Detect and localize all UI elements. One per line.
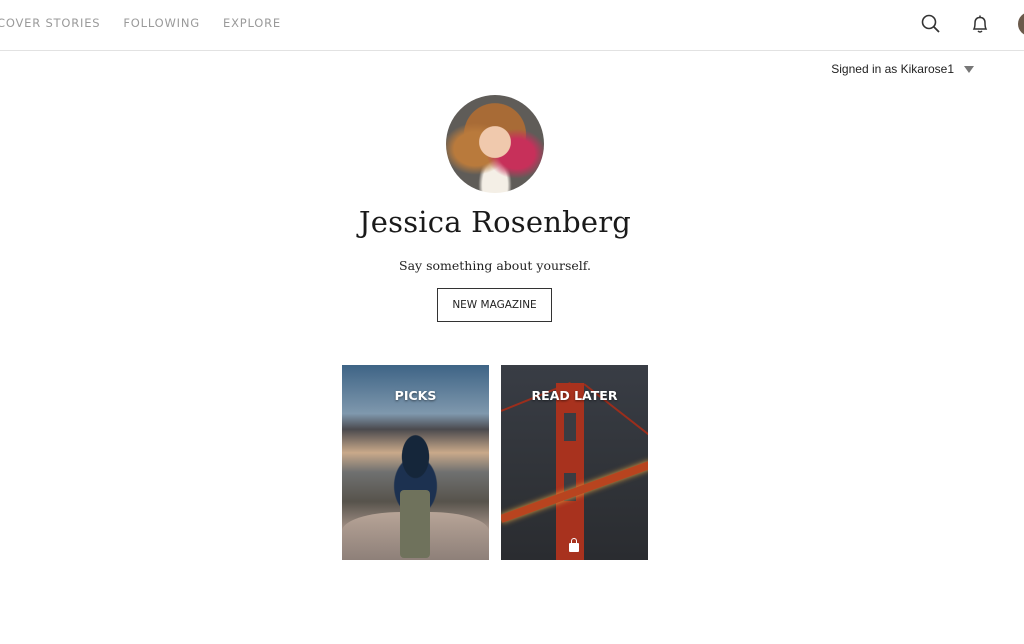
- nav-following[interactable]: FOLLOWING: [123, 16, 200, 30]
- magazine-tile-read-later[interactable]: READ LATER: [501, 365, 648, 560]
- account-menu[interactable]: Signed in as Kikarose1: [831, 62, 974, 76]
- top-navigation-bar: COVER STORIES FOLLOWING EXPLORE: [0, 0, 1024, 51]
- bell-icon[interactable]: [968, 12, 992, 36]
- main-nav: COVER STORIES FOLLOWING EXPLORE: [0, 16, 304, 30]
- search-icon[interactable]: [919, 12, 943, 36]
- bio-field[interactable]: Say something about yourself.: [0, 258, 990, 273]
- magazine-title: PICKS: [394, 388, 437, 403]
- signed-in-label: Signed in as Kikarose1: [831, 62, 954, 76]
- tile-image: [556, 383, 584, 560]
- tile-image-detail: [400, 490, 430, 558]
- magazine-tile-picks[interactable]: PICKS: [342, 365, 489, 560]
- profile-name: Jessica Rosenberg: [358, 205, 632, 239]
- user-avatar-button[interactable]: [1018, 12, 1024, 36]
- profile-avatar[interactable]: [446, 95, 544, 193]
- new-magazine-button[interactable]: NEW MAGAZINE: [437, 288, 552, 322]
- magazine-title: READ LATER: [531, 388, 618, 403]
- caret-down-icon: [964, 65, 974, 73]
- nav-cover-stories[interactable]: COVER STORIES: [0, 16, 100, 30]
- lock-icon: [569, 538, 579, 552]
- nav-explore[interactable]: EXPLORE: [223, 16, 281, 30]
